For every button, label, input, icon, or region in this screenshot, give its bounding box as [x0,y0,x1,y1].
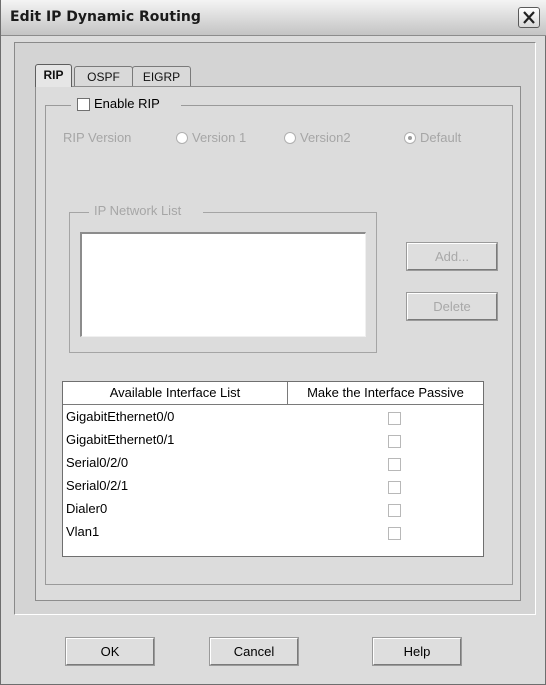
default-version-label: Default [420,130,462,145]
ip-network-listbox[interactable] [80,232,366,337]
tab-eigrp[interactable]: EIGRP [132,66,191,87]
column-header-interface[interactable]: Available Interface List [63,382,288,405]
close-icon [523,11,535,24]
default-version-radio[interactable] [404,132,416,144]
interface-name: GigabitEthernet0/1 [66,432,175,447]
interface-table: Available Interface List Make the Interf… [62,381,484,557]
enable-rip-label: Enable RIP [94,96,160,111]
version-2-radio[interactable] [284,132,296,144]
interface-name: Vlan1 [66,524,100,539]
help-button[interactable]: Help [372,637,462,666]
cancel-button[interactable]: Cancel [209,637,299,666]
version-1-label: Version 1 [192,130,247,145]
interface-name: Dialer0 [66,501,108,516]
delete-network-button[interactable]: Delete [406,292,498,321]
version-2-label: Version2 [300,130,351,145]
interface-name: Serial0/2/1 [66,478,129,493]
passive-checkbox[interactable] [388,481,401,494]
rip-version-label: RIP Version [63,130,132,145]
passive-checkbox[interactable] [388,527,401,540]
tab-rip[interactable]: RIP [35,64,72,87]
passive-checkbox[interactable] [388,412,401,425]
ip-network-list-label: IP Network List [94,203,182,218]
close-button[interactable] [518,7,540,28]
interface-name: GigabitEthernet0/0 [66,409,175,424]
version-1-radio[interactable] [176,132,188,144]
passive-checkbox[interactable] [388,435,401,448]
add-network-button[interactable]: Add... [406,242,498,271]
column-header-passive[interactable]: Make the Interface Passive [288,382,483,405]
title-bar[interactable]: Edit IP Dynamic Routing [1,0,546,36]
dialog-window: Edit IP Dynamic Routing RIP OSPF EIGRP E… [0,0,546,685]
interface-name: Serial0/2/0 [66,455,129,470]
passive-checkbox[interactable] [388,458,401,471]
enable-rip-checkbox[interactable] [77,98,90,111]
tab-ospf[interactable]: OSPF [74,66,133,87]
passive-checkbox[interactable] [388,504,401,517]
ok-button[interactable]: OK [65,637,155,666]
dialog-title: Edit IP Dynamic Routing [10,9,201,25]
